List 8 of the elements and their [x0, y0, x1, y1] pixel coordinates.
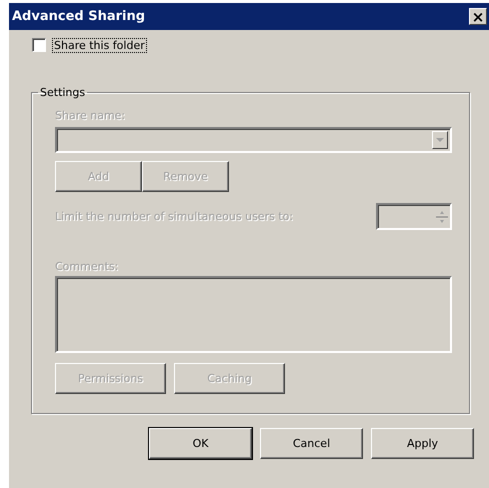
checkbox-label[interactable]: Share this folder — [53, 38, 146, 52]
close-button[interactable]: × — [469, 8, 487, 25]
dialog-button[interactable]: Cancel — [260, 428, 363, 459]
dialog-button[interactable]: OK — [149, 428, 252, 459]
checkbox[interactable] — [32, 38, 46, 52]
group-title: Settings — [39, 86, 86, 99]
window-title: Advanced Sharing — [12, 9, 146, 24]
dialog-button[interactable]: Apply — [371, 428, 474, 459]
